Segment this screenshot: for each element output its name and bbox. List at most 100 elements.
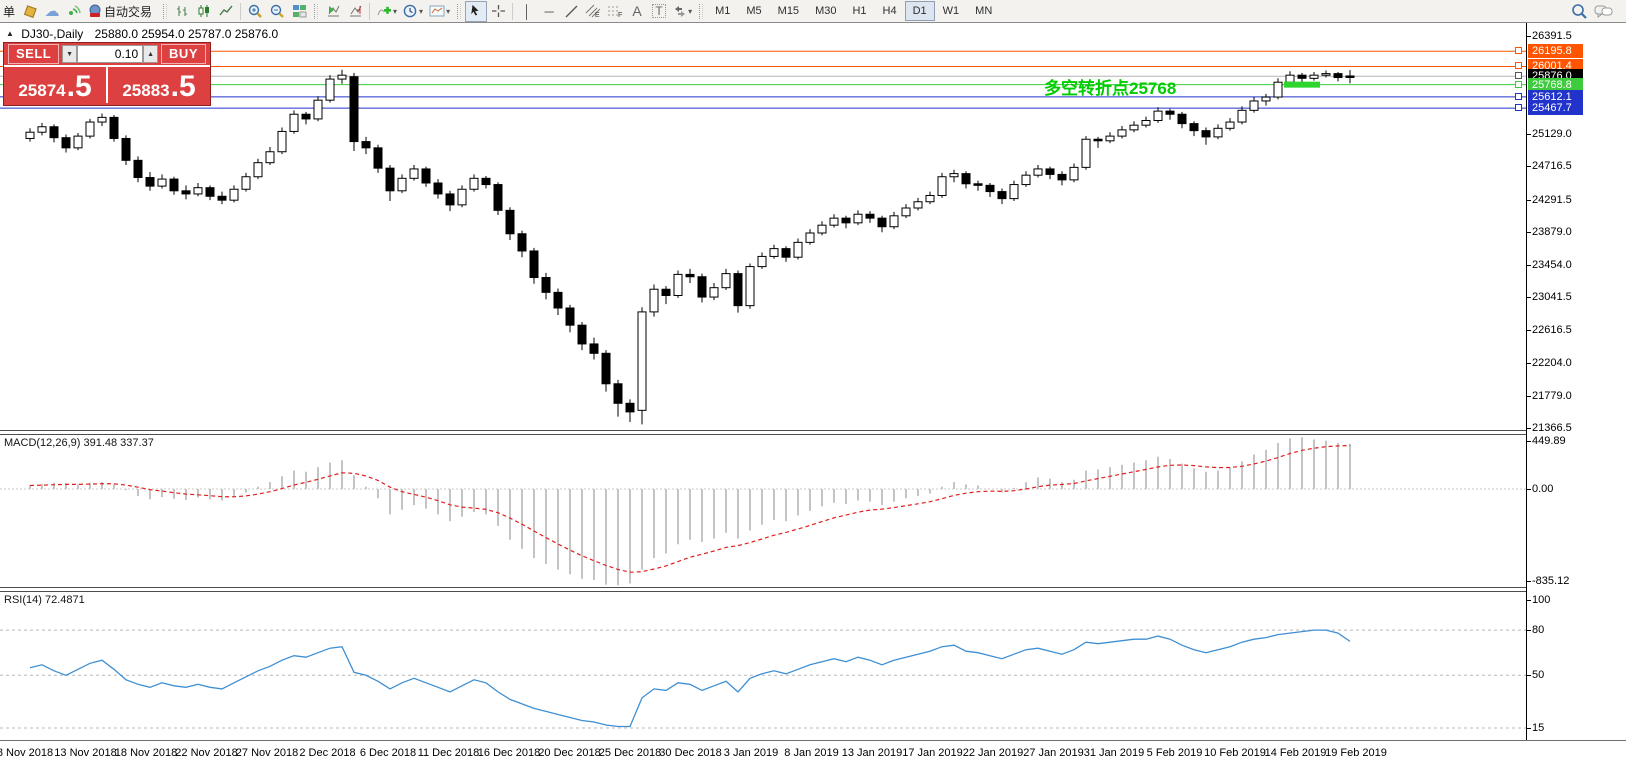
time-axis[interactable]: 8 Nov 201813 Nov 201818 Nov 201822 Nov 2…	[0, 740, 1626, 771]
indicators-icon[interactable]: ▾	[373, 1, 400, 22]
rsi-chart[interactable]	[0, 592, 1526, 740]
date-label: 8 Jan 2019	[784, 747, 838, 759]
new-order-label[interactable]: 单	[3, 3, 15, 20]
candlestick-mode-icon[interactable]	[193, 1, 215, 22]
cursor-tool[interactable]	[465, 1, 487, 22]
chart-plot-area[interactable]: ▲ DJ30-,Daily 25880.0 25954.0 25787.0 25…	[0, 23, 1526, 771]
date-label: 3 Jan 2019	[724, 747, 778, 759]
auto-scroll-icon[interactable]	[322, 1, 344, 22]
date-label: 11 Dec 2018	[418, 747, 480, 759]
crosshair-tool[interactable]	[487, 1, 509, 22]
search-icon[interactable]	[1568, 1, 1591, 22]
date-label: 30 Dec 2018	[659, 747, 721, 759]
price-tick: 22204.0	[1527, 357, 1626, 370]
sell-price[interactable]: 25874 .5	[4, 67, 108, 103]
volume-stepper: ▼ ▲	[62, 45, 158, 63]
price-tick: 25129.0	[1527, 128, 1626, 141]
timeframe-w1[interactable]: W1	[935, 1, 968, 21]
trendline-tool[interactable]	[560, 1, 582, 22]
price-level-label: 26195.8	[1528, 44, 1583, 58]
chart-shift-icon[interactable]	[344, 1, 366, 22]
timeframe-m5[interactable]: M5	[738, 1, 769, 21]
level-handle[interactable]	[1515, 72, 1522, 79]
price-axis[interactable]: 26391.525129.024716.524291.523879.023454…	[1526, 23, 1626, 740]
price-tick: 26391.5	[1527, 30, 1626, 43]
price-tick: 23879.0	[1527, 226, 1626, 239]
toolbar-grip	[699, 4, 703, 19]
toolbar-grip	[163, 4, 167, 19]
tile-windows-icon[interactable]	[288, 1, 310, 22]
signals-icon[interactable]	[63, 1, 85, 22]
arrows-tool[interactable]: ▾	[670, 1, 695, 22]
level-handle[interactable]	[1515, 104, 1522, 111]
channel-tool[interactable]: E	[582, 1, 604, 22]
date-label: 22 Nov 2018	[175, 747, 237, 759]
text-label-tool[interactable]: T	[648, 1, 670, 22]
macd-tick: 0.00	[1527, 483, 1626, 496]
timeframes-bar: M1M5M15M30H1H4D1W1MN	[707, 1, 1000, 21]
fibonacci-tool[interactable]: F	[604, 1, 626, 22]
zoom-in-icon[interactable]	[244, 1, 266, 22]
date-label: 19 Feb 2019	[1325, 747, 1387, 759]
ohlc-values: 25880.0 25954.0 25787.0 25876.0	[95, 27, 279, 41]
buy-button[interactable]: BUY	[161, 44, 206, 64]
market-watch-icon[interactable]	[19, 1, 41, 22]
price-level-label: 25467.7	[1528, 101, 1583, 115]
sell-button[interactable]: SELL	[8, 44, 59, 64]
zoom-out-icon[interactable]	[266, 1, 288, 22]
one-click-trading-panel: SELL ▼ ▲ BUY 25874 .5 25883 .5	[3, 42, 211, 106]
price-tick: 24716.5	[1527, 160, 1626, 173]
date-label: 17 Jan 2019	[902, 747, 963, 759]
buy-price[interactable]: 25883 .5	[108, 67, 210, 103]
date-label: 14 Feb 2019	[1265, 747, 1327, 759]
date-label: 13 Jan 2019	[842, 747, 903, 759]
timeframe-mn[interactable]: MN	[967, 1, 1000, 21]
autotrading-label: 自动交易	[104, 3, 152, 20]
toolbar-grip	[457, 4, 461, 19]
timeframe-h4[interactable]: H4	[875, 1, 905, 21]
macd-indicator-label: MACD(12,26,9) 391.48 337.37	[4, 437, 154, 449]
period-clock-icon[interactable]: ▾	[400, 1, 426, 22]
volume-decrease-button[interactable]: ▼	[62, 45, 77, 63]
cloud-icon[interactable]: ☁	[41, 1, 63, 22]
toolbar-grip	[314, 4, 318, 19]
date-label: 8 Nov 2018	[0, 747, 53, 759]
level-handle[interactable]	[1515, 62, 1522, 69]
candlestick-chart[interactable]	[0, 23, 1526, 430]
volume-input[interactable]	[77, 45, 143, 63]
date-label: 13 Nov 2018	[54, 747, 116, 759]
price-tick: 22616.5	[1527, 324, 1626, 337]
macd-tick: -835.12	[1527, 575, 1626, 588]
symbol-period-label: DJ30-,Daily	[21, 27, 83, 41]
collapse-chart-icon[interactable]: ▲	[6, 29, 14, 38]
vertical-line-tool[interactable]: │	[516, 1, 538, 22]
date-label: 18 Nov 2018	[115, 747, 177, 759]
template-icon[interactable]: ▾	[426, 1, 453, 22]
chat-icon[interactable]	[1591, 1, 1616, 22]
timeframe-h1[interactable]: H1	[844, 1, 874, 21]
level-handle[interactable]	[1515, 47, 1522, 54]
rsi-tick: 50	[1527, 669, 1626, 682]
timeframe-m1[interactable]: M1	[707, 1, 738, 21]
chart-title: ▲ DJ30-,Daily 25880.0 25954.0 25787.0 25…	[6, 27, 278, 41]
date-label: 10 Feb 2019	[1204, 747, 1266, 759]
text-tool[interactable]: A	[626, 1, 648, 22]
macd-chart[interactable]	[0, 435, 1526, 587]
level-handle[interactable]	[1515, 93, 1522, 100]
line-chart-mode-icon[interactable]	[215, 1, 237, 22]
volume-increase-button[interactable]: ▲	[143, 45, 158, 63]
timeframe-d1[interactable]: D1	[905, 1, 935, 21]
rsi-indicator-label: RSI(14) 72.4871	[4, 594, 85, 606]
horizontal-line-tool[interactable]: ─	[538, 1, 560, 22]
level-handle[interactable]	[1515, 81, 1522, 88]
autotrading-icon	[88, 4, 103, 18]
timeframe-m15[interactable]: M15	[770, 1, 807, 21]
autotrading-button[interactable]: 自动交易	[85, 1, 159, 22]
bar-chart-mode-icon[interactable]	[171, 1, 193, 22]
date-label: 20 Dec 2018	[538, 747, 600, 759]
timeframe-m30[interactable]: M30	[807, 1, 844, 21]
date-label: 5 Feb 2019	[1147, 747, 1203, 759]
date-label: 16 Dec 2018	[478, 747, 540, 759]
date-label: 6 Dec 2018	[360, 747, 416, 759]
date-label: 25 Dec 2018	[599, 747, 661, 759]
